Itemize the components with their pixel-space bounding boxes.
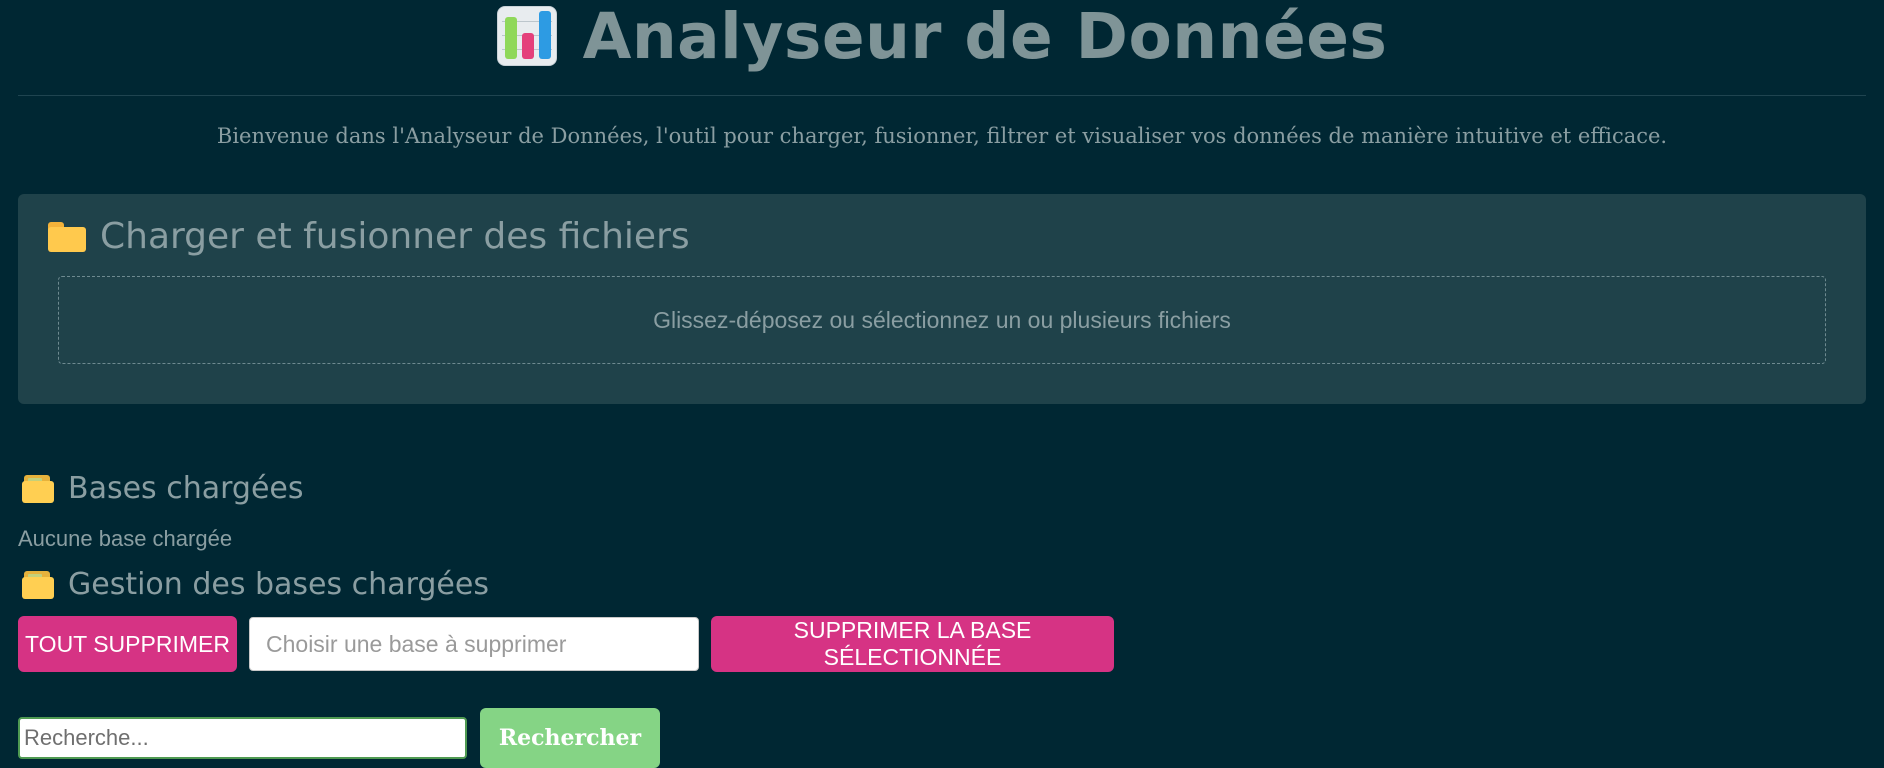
search-input[interactable]	[18, 717, 467, 759]
loaded-bases-title: Bases chargées	[22, 471, 304, 506]
no-bases-message: Aucune base chargée	[18, 526, 233, 551]
card-index-folder-icon	[22, 474, 54, 503]
card-index-folder-icon	[22, 570, 54, 599]
upload-section-title: Charger et fusionner des fichiers	[48, 216, 690, 257]
title-wrap: Analyseur de Données	[0, 0, 1884, 73]
bar-chart-icon	[496, 6, 557, 66]
intro-text: Bienvenue dans l'Analyseur de Données, l…	[216, 124, 1668, 148]
base-to-delete-select[interactable]: Choisir une base à supprimer	[249, 617, 699, 671]
search-button[interactable]: Rechercher	[480, 708, 660, 768]
manage-bases-title: Gestion des bases chargées	[22, 567, 489, 602]
folder-icon	[48, 221, 86, 252]
upload-panel: Charger et fusionner des fichiers Glisse…	[18, 194, 1866, 404]
dropzone-text: Glissez-déposez ou sélectionnez un ou pl…	[653, 306, 1231, 333]
loaded-bases-title-text: Bases chargées	[68, 471, 304, 506]
header-divider	[18, 95, 1866, 96]
delete-all-button[interactable]: TOUT SUPPRIMER	[18, 616, 237, 672]
manage-bases-title-text: Gestion des bases chargées	[68, 567, 489, 602]
page-title: Analyseur de Données	[582, 0, 1388, 73]
page-scrollbar[interactable]	[1866, 0, 1884, 768]
file-dropzone[interactable]: Glissez-déposez ou sélectionnez un ou pl…	[58, 276, 1826, 364]
upload-title-text: Charger et fusionner des fichiers	[100, 216, 690, 257]
delete-selected-base-button[interactable]: SUPPRIMER LA BASE SÉLECTIONNÉE	[711, 616, 1114, 672]
app-header: Analyseur de Données	[0, 0, 1884, 96]
base-select-placeholder: Choisir une base à supprimer	[266, 630, 567, 657]
